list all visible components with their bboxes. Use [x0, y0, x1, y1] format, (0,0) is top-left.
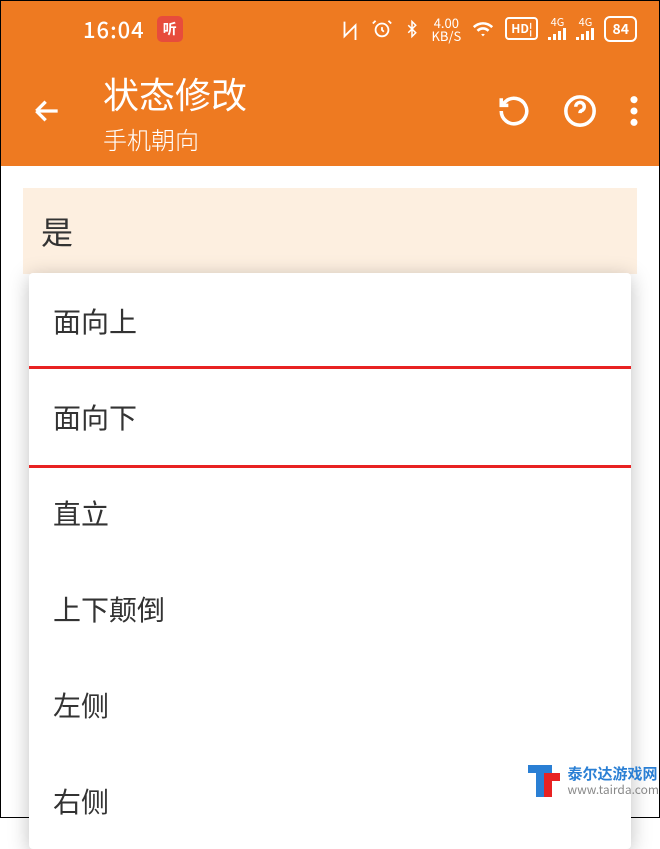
battery-indicator: 84	[604, 16, 637, 42]
wifi-icon	[471, 18, 495, 40]
dropdown-item[interactable]: 面向上	[29, 273, 631, 369]
page-title: 状态修改	[103, 67, 497, 119]
watermark: 泰尔达游戏网 www.tairda.com	[526, 763, 659, 799]
more-button[interactable]	[629, 94, 639, 128]
current-value-row[interactable]: 是	[23, 188, 637, 274]
title-block: 状态修改 手机朝向	[103, 67, 497, 156]
watermark-logo-icon	[526, 763, 562, 799]
undo-button[interactable]	[497, 94, 531, 128]
status-time: 16:04	[83, 13, 145, 45]
dropdown-item[interactable]: 面向下	[29, 366, 631, 468]
ting-app-icon: 听	[157, 16, 183, 42]
back-button[interactable]	[21, 85, 73, 137]
dropdown-item[interactable]: 上下颠倒	[29, 561, 631, 657]
status-bar: 16:04 听 4.00 KB/S HD¦ 4G 4G 84	[1, 1, 659, 56]
nfc-icon	[339, 18, 361, 40]
dropdown-item[interactable]: 直立	[29, 465, 631, 561]
signal-1: 4G	[548, 17, 566, 40]
hd-badge: HD¦	[505, 17, 538, 40]
bluetooth-icon	[403, 18, 421, 40]
watermark-url: www.tairda.com	[568, 783, 659, 796]
page-subtitle: 手机朝向	[103, 121, 497, 156]
dropdown-item[interactable]: 左侧	[29, 657, 631, 753]
alarm-icon	[371, 18, 393, 40]
signal-2: 4G	[576, 17, 594, 40]
content-area: 是	[1, 166, 659, 274]
app-bar: 状态修改 手机朝向	[1, 56, 659, 166]
help-button[interactable]	[563, 94, 597, 128]
network-speed: 4.00 KB/S	[431, 16, 461, 42]
